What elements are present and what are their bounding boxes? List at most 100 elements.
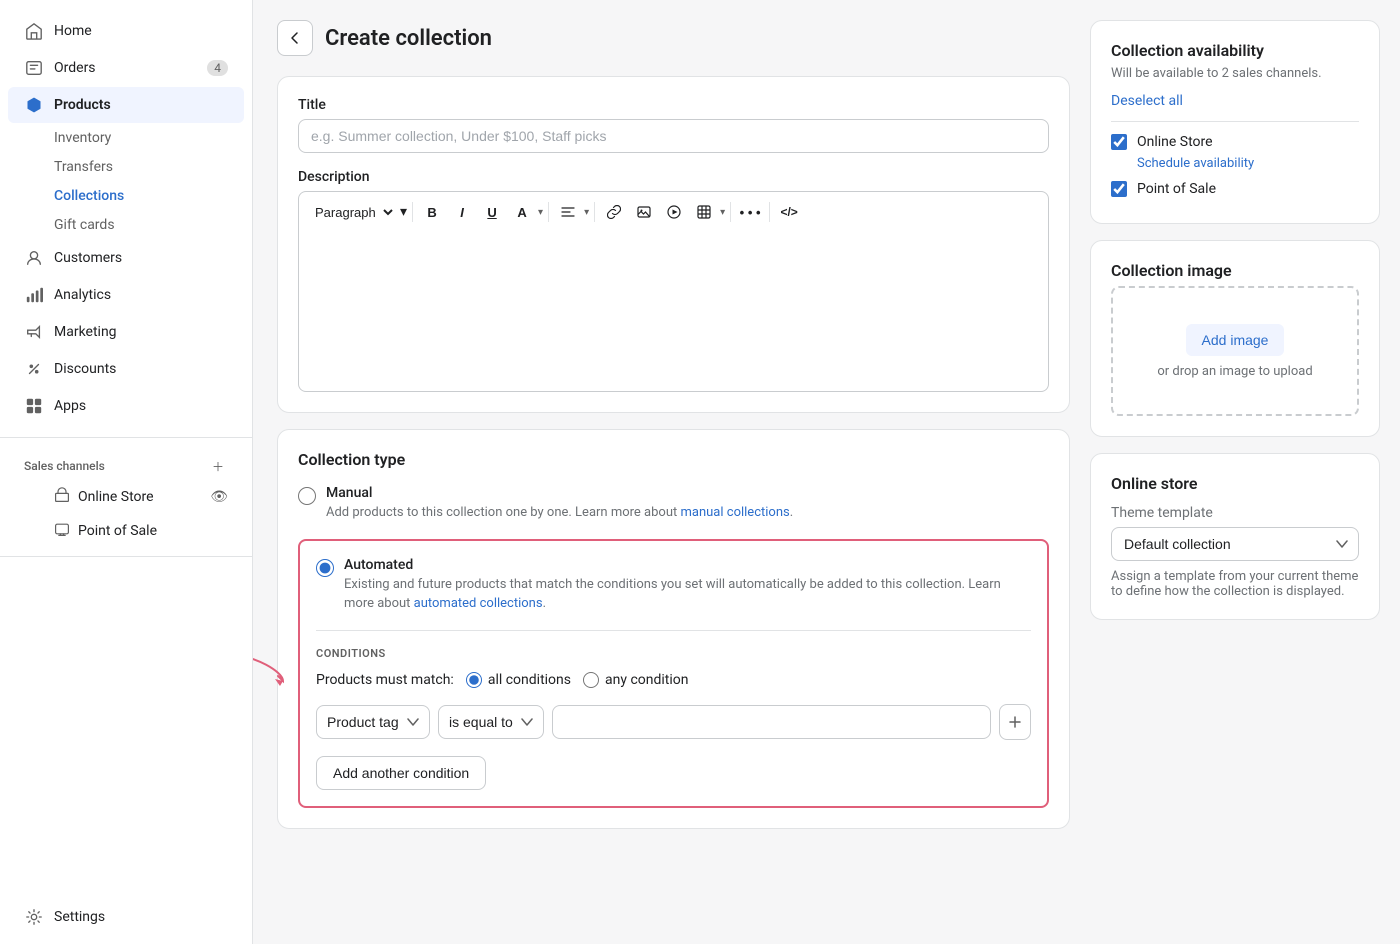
condition-action-button[interactable] bbox=[999, 704, 1031, 740]
title-input[interactable] bbox=[298, 119, 1049, 153]
toolbar-divider-3 bbox=[594, 202, 595, 222]
add-image-button[interactable]: Add image bbox=[1186, 324, 1285, 356]
sidebar-item-orders-label: Orders bbox=[54, 60, 96, 76]
table-button[interactable] bbox=[690, 198, 718, 226]
content-row: Create collection Title Description Para… bbox=[253, 0, 1400, 944]
add-condition-button[interactable]: Add another condition bbox=[316, 756, 486, 790]
sidebar-item-marketing-label: Marketing bbox=[54, 324, 117, 340]
sidebar-nav-main: Home Orders 4 Products Inventory Transfe… bbox=[0, 8, 252, 429]
image-card: Collection image Add image or drop an im… bbox=[1090, 240, 1380, 437]
color-button[interactable]: A bbox=[508, 198, 536, 226]
store-icon bbox=[54, 487, 70, 507]
sidebar-item-products-label: Products bbox=[54, 97, 111, 113]
eye-icon[interactable]: 👁 bbox=[210, 489, 228, 505]
schedule-availability-link[interactable]: Schedule availability bbox=[1111, 156, 1359, 171]
collection-type-label: Collection type bbox=[298, 450, 1049, 469]
sidebar-divider-1 bbox=[0, 437, 252, 438]
any-condition-label[interactable]: any condition bbox=[605, 672, 689, 688]
all-conditions-option[interactable]: all conditions bbox=[466, 672, 571, 688]
sidebar-item-transfers[interactable]: Transfers bbox=[8, 153, 244, 181]
paragraph-select[interactable]: Paragraph bbox=[307, 202, 396, 223]
page-header: Create collection bbox=[277, 20, 1070, 56]
italic-button[interactable]: I bbox=[448, 198, 476, 226]
pos-checkbox-label[interactable]: Point of Sale bbox=[1137, 181, 1216, 197]
sidebar-item-inventory[interactable]: Inventory bbox=[8, 124, 244, 152]
sidebar-item-collections-label: Collections bbox=[54, 188, 124, 204]
image-upload-area[interactable]: Add image or drop an image to upload bbox=[1111, 286, 1359, 416]
collection-type-radio-group: Manual Add products to this collection o… bbox=[298, 485, 1049, 808]
video-button[interactable] bbox=[660, 198, 688, 226]
analytics-icon bbox=[24, 285, 44, 305]
page-title: Create collection bbox=[325, 26, 492, 51]
automated-radio[interactable] bbox=[316, 559, 334, 577]
sidebar-item-products[interactable]: Products bbox=[8, 87, 244, 123]
sidebar-item-giftcards[interactable]: Gift cards bbox=[8, 211, 244, 239]
sidebar-item-customers[interactable]: Customers bbox=[8, 240, 244, 276]
theme-template-select[interactable]: Default collection bbox=[1111, 527, 1359, 561]
manual-collections-link[interactable]: manual collections bbox=[680, 505, 789, 520]
condition-operator-select[interactable]: is equal to bbox=[438, 705, 544, 739]
annotation-arrow bbox=[253, 651, 288, 695]
pos-checkbox[interactable] bbox=[1111, 181, 1127, 197]
sales-channels-label: Sales channels bbox=[24, 459, 105, 473]
bold-button[interactable]: B bbox=[418, 198, 446, 226]
automated-label[interactable]: Automated bbox=[344, 557, 413, 573]
title-card: Title Description Paragraph ▾ B I U A ▾ … bbox=[277, 76, 1070, 413]
conditions-section: CONDITIONS Products must match: all cond… bbox=[316, 630, 1031, 790]
upload-hint: or drop an image to upload bbox=[1157, 364, 1312, 379]
sidebar-item-collections[interactable]: Collections bbox=[8, 182, 244, 210]
collection-type-card: Collection type Manual Add products to t… bbox=[277, 429, 1070, 829]
availability-desc: Will be available to 2 sales channels. bbox=[1111, 66, 1359, 81]
automated-desc: Existing and future products that match … bbox=[344, 575, 1031, 614]
automated-section: Automated Existing and future products t… bbox=[298, 539, 1049, 808]
conditions-label: CONDITIONS bbox=[316, 647, 1031, 660]
sidebar-item-settings[interactable]: Settings bbox=[8, 899, 244, 935]
all-conditions-radio[interactable] bbox=[466, 672, 482, 688]
description-label: Description bbox=[298, 169, 1049, 185]
link-button[interactable] bbox=[600, 198, 628, 226]
orders-badge: 4 bbox=[207, 60, 228, 76]
sidebar-item-online-store[interactable]: Online Store 👁 bbox=[8, 481, 244, 513]
image-button[interactable] bbox=[630, 198, 658, 226]
any-condition-option[interactable]: any condition bbox=[583, 672, 689, 688]
automated-collections-link[interactable]: automated collections bbox=[414, 596, 543, 611]
orders-icon bbox=[24, 58, 44, 78]
back-button[interactable] bbox=[277, 20, 313, 56]
sidebar-item-marketing[interactable]: Marketing bbox=[8, 314, 244, 350]
manual-radio[interactable] bbox=[298, 487, 316, 505]
availability-card: Collection availability Will be availabl… bbox=[1090, 20, 1380, 224]
description-editor[interactable] bbox=[298, 232, 1049, 392]
code-button[interactable]: </> bbox=[775, 198, 803, 226]
sidebar-item-analytics[interactable]: Analytics bbox=[8, 277, 244, 313]
align-button[interactable] bbox=[554, 198, 582, 226]
right-panel: Collection availability Will be availabl… bbox=[1090, 0, 1400, 944]
more-button[interactable]: • • • bbox=[736, 198, 764, 226]
underline-button[interactable]: U bbox=[478, 198, 506, 226]
deselect-all-link[interactable]: Deselect all bbox=[1111, 93, 1183, 109]
sidebar-item-home-label: Home bbox=[54, 23, 92, 39]
sidebar-item-orders[interactable]: Orders 4 bbox=[8, 50, 244, 86]
toolbar-divider-5 bbox=[769, 202, 770, 222]
sidebar-item-inventory-label: Inventory bbox=[54, 130, 111, 146]
customers-icon bbox=[24, 248, 44, 268]
manual-option: Manual Add products to this collection o… bbox=[298, 485, 1049, 523]
sidebar-item-home[interactable]: Home bbox=[8, 13, 244, 49]
automated-option-wrapper: Automated Existing and future products t… bbox=[298, 539, 1049, 808]
sidebar-item-apps[interactable]: Apps bbox=[8, 388, 244, 424]
manual-option-content: Manual Add products to this collection o… bbox=[326, 485, 793, 523]
automated-option: Automated Existing and future products t… bbox=[316, 557, 1031, 614]
sidebar-item-transfers-label: Transfers bbox=[54, 159, 113, 175]
any-condition-radio[interactable] bbox=[583, 672, 599, 688]
online-store-label: Online Store bbox=[78, 489, 154, 505]
condition-field-select[interactable]: Product tag bbox=[316, 705, 430, 739]
online-store-checkbox-label[interactable]: Online Store bbox=[1137, 134, 1213, 150]
condition-value-input[interactable] bbox=[552, 705, 991, 739]
sidebar-item-pos[interactable]: Point of Sale bbox=[8, 515, 244, 547]
manual-label[interactable]: Manual bbox=[326, 485, 372, 501]
availability-title: Collection availability bbox=[1111, 41, 1359, 60]
sidebar-item-apps-label: Apps bbox=[54, 398, 86, 414]
all-conditions-label[interactable]: all conditions bbox=[488, 672, 571, 688]
add-channel-button[interactable]: ＋ bbox=[208, 456, 228, 476]
sidebar-item-discounts[interactable]: Discounts bbox=[8, 351, 244, 387]
online-store-checkbox[interactable] bbox=[1111, 134, 1127, 150]
